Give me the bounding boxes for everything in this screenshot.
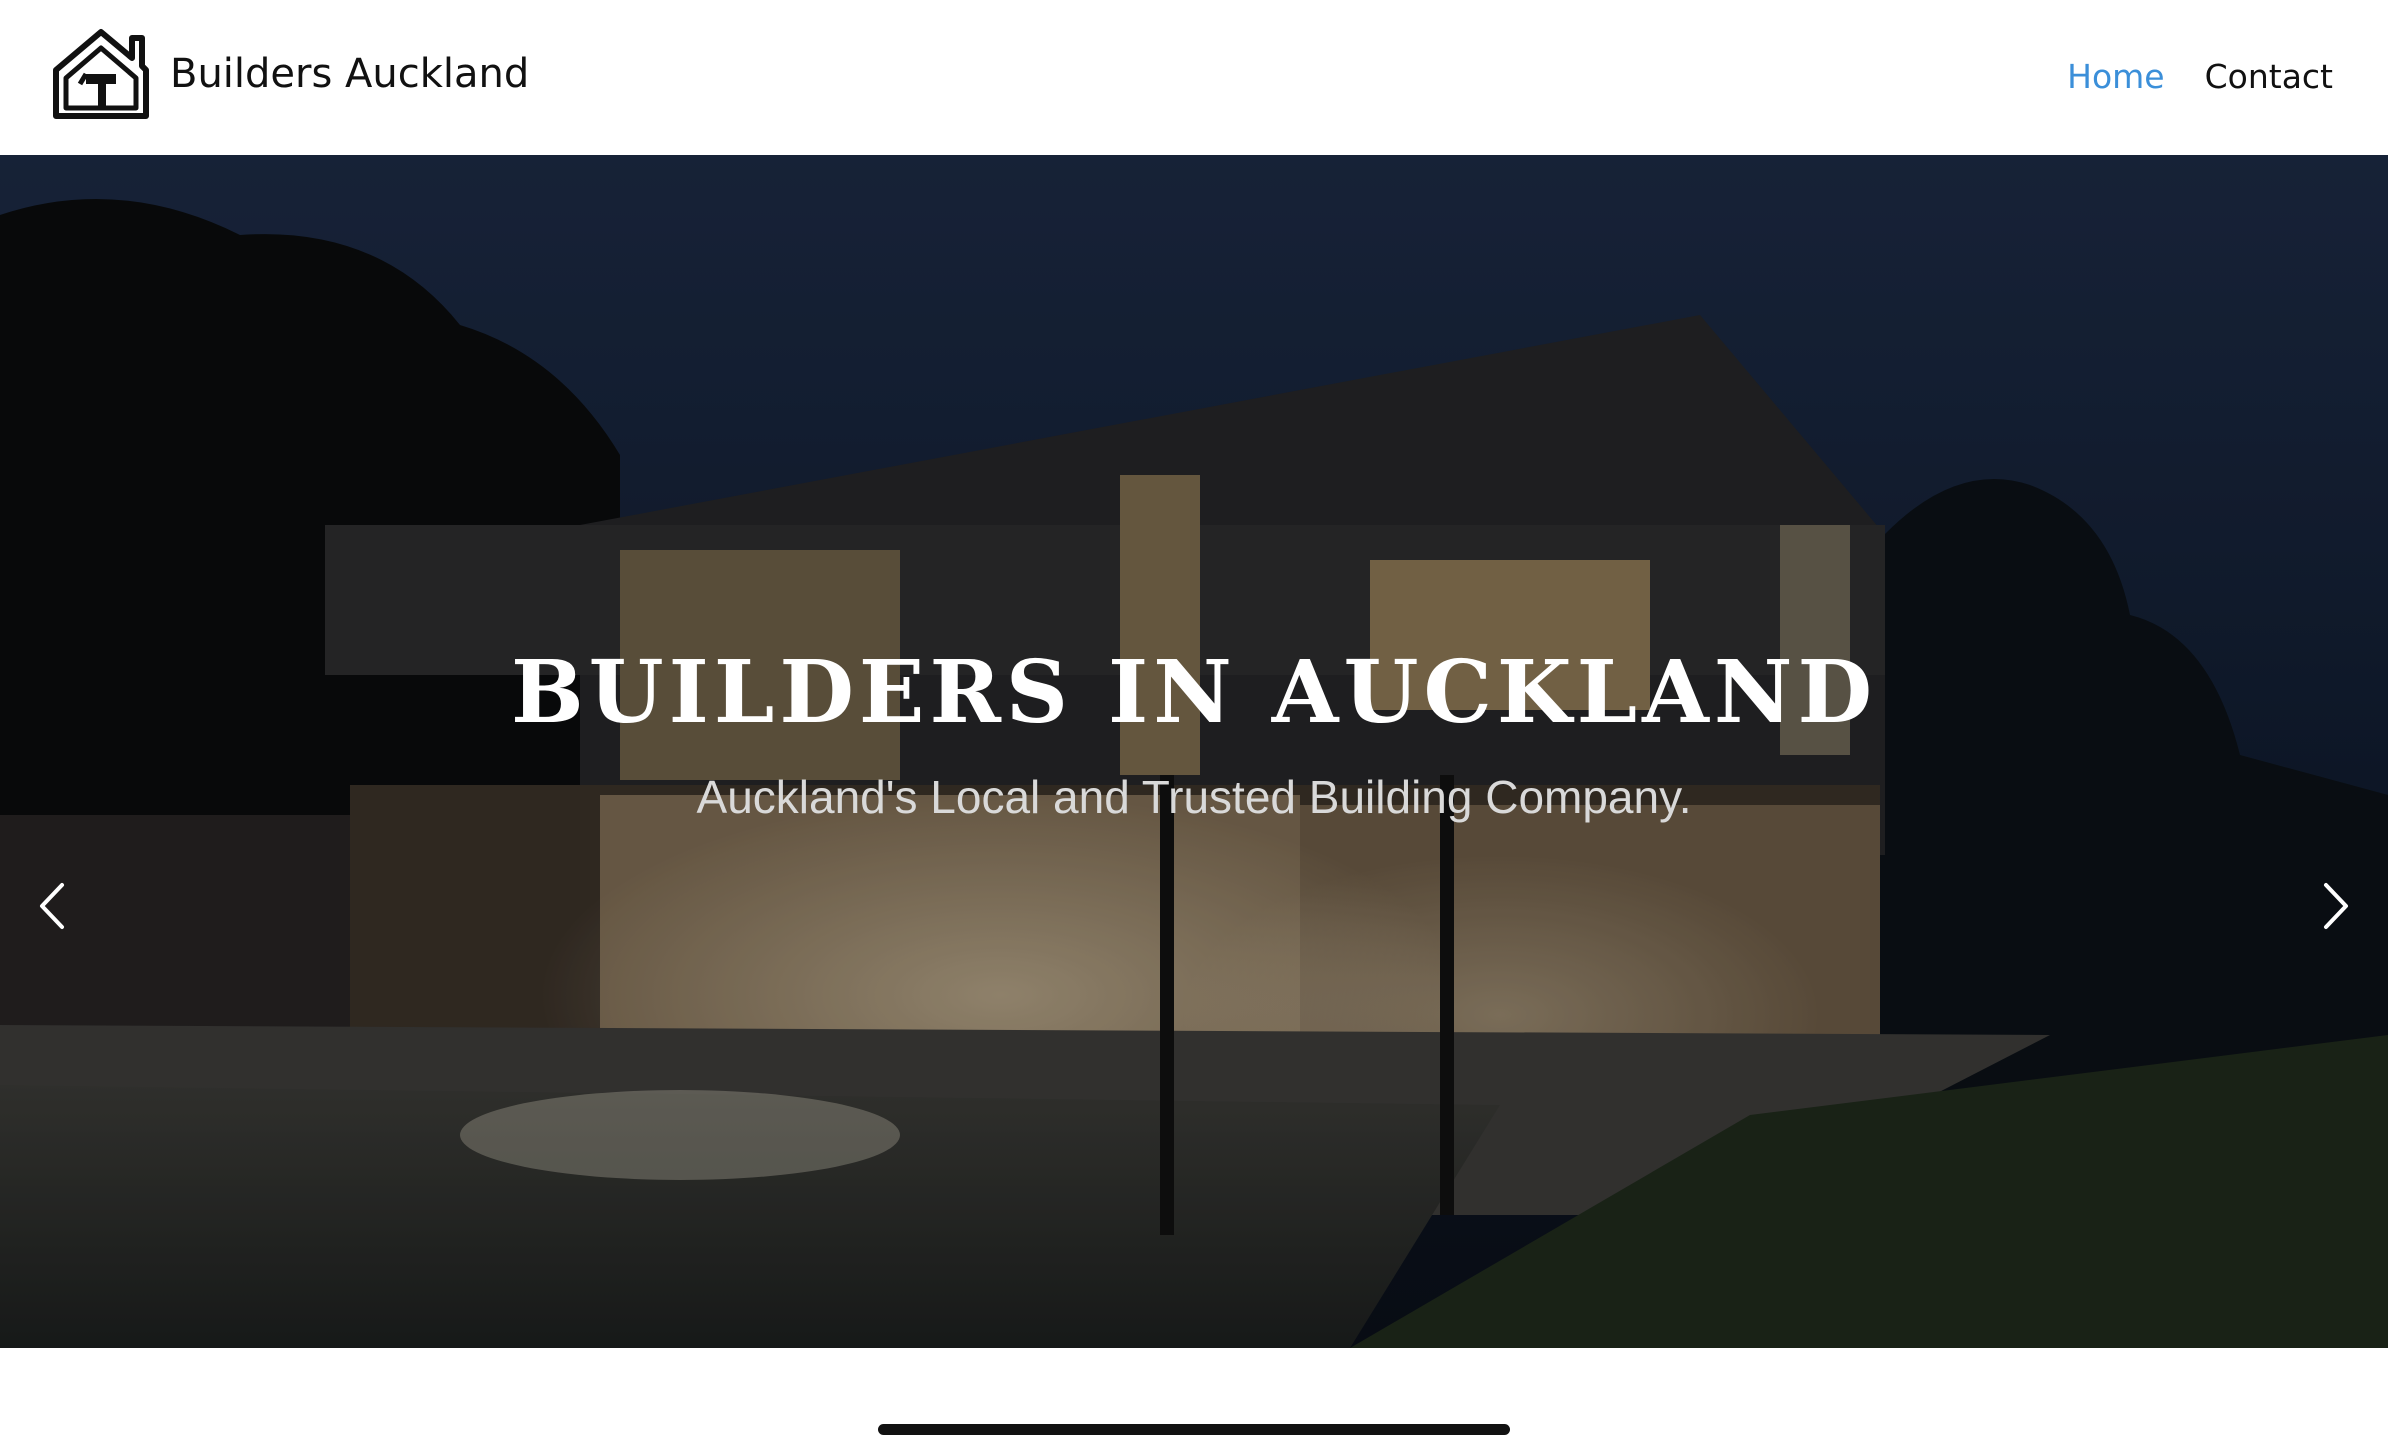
brand-name[interactable]: Builders Auckland (170, 44, 529, 104)
nav-contact-link[interactable]: Contact (2205, 57, 2333, 96)
site-header: Builders Auckland Home Contact (0, 0, 2388, 155)
house-logo-icon[interactable] (52, 28, 150, 120)
hero-overlay (0, 155, 2388, 1348)
home-indicator-bar[interactable] (878, 1424, 1510, 1435)
main-nav: Home Contact (2067, 46, 2333, 106)
chevron-left-icon[interactable] (30, 875, 74, 937)
hero-subtitle: Auckland's Local and Trusted Building Co… (696, 771, 1692, 823)
hero-carousel: BUILDERS IN AUCKLAND Auckland's Local an… (0, 155, 2388, 1348)
hero-title: BUILDERS IN AUCKLAND (510, 642, 1878, 743)
nav-home-link[interactable]: Home (2067, 57, 2164, 96)
chevron-right-icon[interactable] (2314, 875, 2358, 937)
